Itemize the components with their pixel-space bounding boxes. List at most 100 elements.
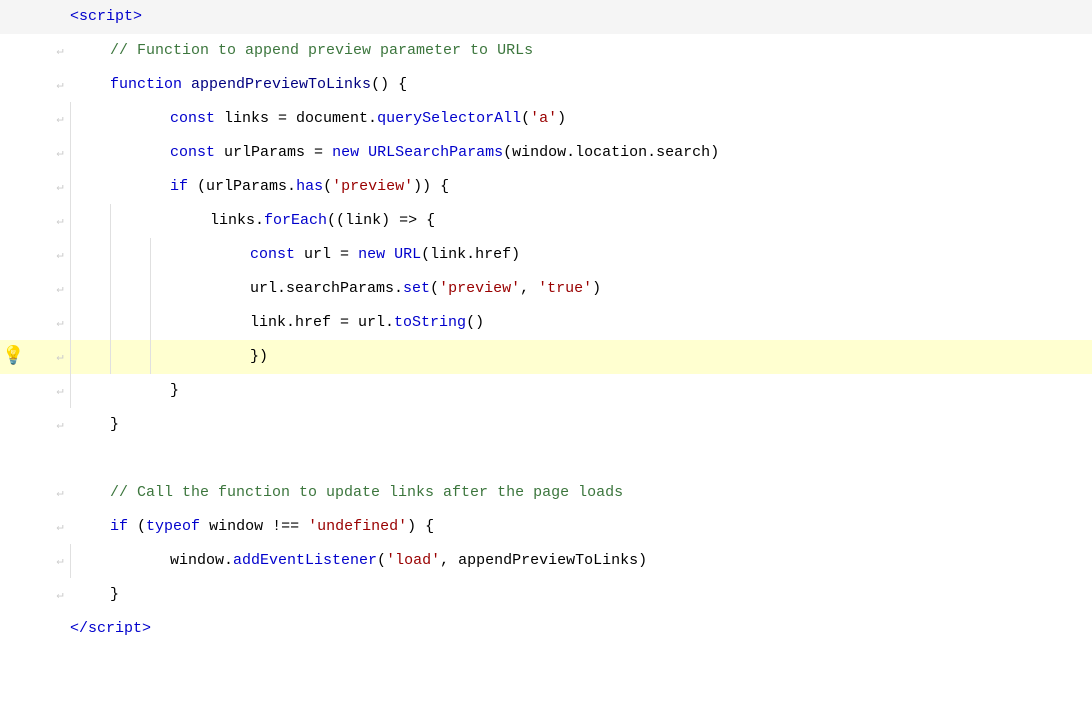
line-content-10: link.href = url. toString () <box>70 306 1092 340</box>
paren-19: ( <box>377 544 386 578</box>
code-line-11: 💡 ↵ }) <box>0 340 1092 374</box>
brace-close-foreach: }) <box>250 340 268 374</box>
tag-script-close: </script> <box>70 612 151 646</box>
space-2 <box>389 68 398 102</box>
arrow-13: ↵ <box>50 408 70 442</box>
operator-eq-4: = <box>340 306 349 340</box>
line-content-2: // Function to append preview parameter … <box>70 34 1092 68</box>
keyword-function: function <box>110 68 182 102</box>
line-content-6: if ( urlParams. has ( 'preview' )) { <box>70 170 1092 204</box>
arrow-15: ↵ <box>50 476 70 510</box>
builtin-urlsearchparams: URLSearchParams <box>368 136 503 170</box>
space-1 <box>182 68 191 102</box>
brace-close-func: } <box>110 408 119 442</box>
line-content-8: const url = new URL ( link.href ) <box>70 238 1092 272</box>
code-line-14 <box>0 442 1092 476</box>
string-preview-2: 'preview' <box>439 272 520 306</box>
brace-open-2: { <box>440 170 449 204</box>
brace-close-if: } <box>170 374 179 408</box>
paren-3: ) <box>557 102 566 136</box>
keyword-new-1: new <box>332 136 359 170</box>
paren-15: ) <box>592 272 601 306</box>
paren-20: ) <box>638 544 647 578</box>
paren-18: ) <box>407 510 416 544</box>
code-line-16: ↵ if ( typeof window !== 'undefined' ) { <box>0 510 1092 544</box>
comment-2: // Call the function to update links aft… <box>110 476 623 510</box>
keyword-typeof: typeof <box>146 510 200 544</box>
code-line-6: ↵ if ( urlParams. has ( 'preview' )) { <box>0 170 1092 204</box>
line-content-14 <box>70 442 1092 476</box>
paren-2: ( <box>521 102 530 136</box>
code-line-10: ↵ link.href = url. toString () <box>0 306 1092 340</box>
code-line-18: ↵ } <box>0 578 1092 612</box>
string-load: 'load' <box>386 544 440 578</box>
brace-open-4: { <box>425 510 434 544</box>
method-queryselectorall: querySelectorAll <box>377 102 521 136</box>
code-line-7: ↵ links. forEach ( ( link ) => { <box>0 204 1092 238</box>
line-content-17: window. addEventListener ( 'load' , appe… <box>70 544 1092 578</box>
tag-script-open: <script> <box>70 0 142 34</box>
lightbulb-icon[interactable]: 💡 <box>2 340 24 374</box>
code-line-3: ↵ function appendPreviewToLinks () { <box>0 68 1092 102</box>
line-content-1: <script> <box>70 0 1092 34</box>
operator-eq-2: = <box>314 136 323 170</box>
arrow-4: ↵ <box>50 102 70 136</box>
method-addeventlistener: addEventListener <box>233 544 377 578</box>
code-line-1: <script> <box>0 0 1092 34</box>
line-content-11: }) <box>70 340 1092 374</box>
string-preview-1: 'preview' <box>332 170 413 204</box>
line-content-16: if ( typeof window !== 'undefined' ) { <box>70 510 1092 544</box>
operator-neq: !== <box>272 510 299 544</box>
paren-14: ( <box>430 272 439 306</box>
code-line-9: ↵ url.searchParams. set ( 'preview' , 't… <box>0 272 1092 306</box>
brace-open-3: { <box>426 204 435 238</box>
keyword-const-2: const <box>170 136 215 170</box>
code-line-17: ↵ window. addEventListener ( 'load' , ap… <box>0 544 1092 578</box>
paren-10: ( <box>336 204 345 238</box>
string-true: 'true' <box>538 272 592 306</box>
line-content-4: const links = document. querySelectorAll… <box>70 102 1092 136</box>
line-content-19: </script> <box>70 612 1092 646</box>
arrow-5: ↵ <box>50 136 70 170</box>
paren-16: () <box>466 306 484 340</box>
paren-7: ( <box>323 170 332 204</box>
arrow-16: ↵ <box>50 510 70 544</box>
line-content-5: const urlParams = new URLSearchParams ( … <box>70 136 1092 170</box>
code-line-8: ↵ const url = new URL ( link.href ) <box>0 238 1092 272</box>
code-editor: <script> ↵ // Function to append preview… <box>0 0 1092 728</box>
arrow-18: ↵ <box>50 578 70 612</box>
comment-1: // Function to append preview parameter … <box>110 34 533 68</box>
method-set: set <box>403 272 430 306</box>
keyword-if-2: if <box>110 510 128 544</box>
paren-11: ) <box>381 204 390 238</box>
keyword-if-1: if <box>170 170 188 204</box>
code-line-5: ↵ const urlParams = new URLSearchParams … <box>0 136 1092 170</box>
line-content-9: url.searchParams. set ( 'preview' , 'tru… <box>70 272 1092 306</box>
string-a: 'a' <box>530 102 557 136</box>
keyword-new-2: new <box>358 238 385 272</box>
method-foreach: forEach <box>264 204 327 238</box>
arrow-func: => <box>399 204 417 238</box>
arrow-3: ↵ <box>50 68 70 102</box>
code-line-19: </script> <box>0 612 1092 646</box>
arrow-10: ↵ <box>50 306 70 340</box>
method-tostring: toString <box>394 306 466 340</box>
line-content-18: } <box>70 578 1092 612</box>
arrow-11: ↵ <box>50 340 70 374</box>
paren-8: )) <box>413 170 431 204</box>
paren-9: ( <box>327 204 336 238</box>
arrow-6: ↵ <box>50 170 70 204</box>
keyword-const-1: const <box>170 102 215 136</box>
arrow-7: ↵ <box>50 204 70 238</box>
brace-close-ifwindow: } <box>110 578 119 612</box>
code-line-13: ↵ } <box>0 408 1092 442</box>
brace-open-1: { <box>398 68 407 102</box>
code-line-15: ↵ // Call the function to update links a… <box>0 476 1092 510</box>
paren-13: ) <box>511 238 520 272</box>
builtin-url: URL <box>394 238 421 272</box>
string-undefined: 'undefined' <box>308 510 407 544</box>
operator-eq-1: = <box>278 102 287 136</box>
paren-12: ( <box>421 238 430 272</box>
line-content-12: } <box>70 374 1092 408</box>
keyword-const-3: const <box>250 238 295 272</box>
